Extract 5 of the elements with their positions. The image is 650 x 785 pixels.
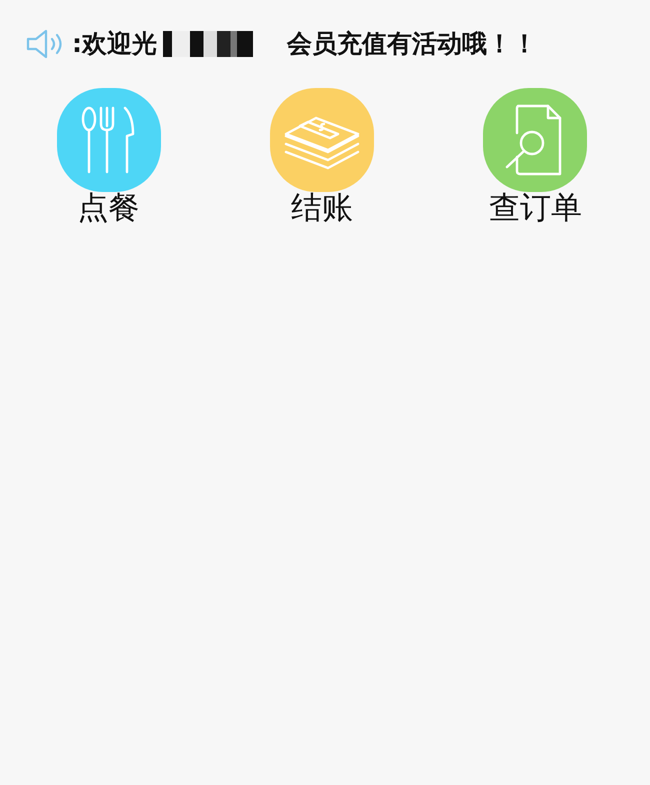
notice-text: :欢迎光 — [72, 28, 157, 60]
menu-label[interactable]: 查订单 — [488, 190, 582, 228]
notice-text: 会员充值有活动哦！！ — [287, 28, 537, 60]
menu-label[interactable]: 结账 — [290, 190, 353, 228]
menu-label[interactable]: 点餐 — [78, 190, 140, 228]
